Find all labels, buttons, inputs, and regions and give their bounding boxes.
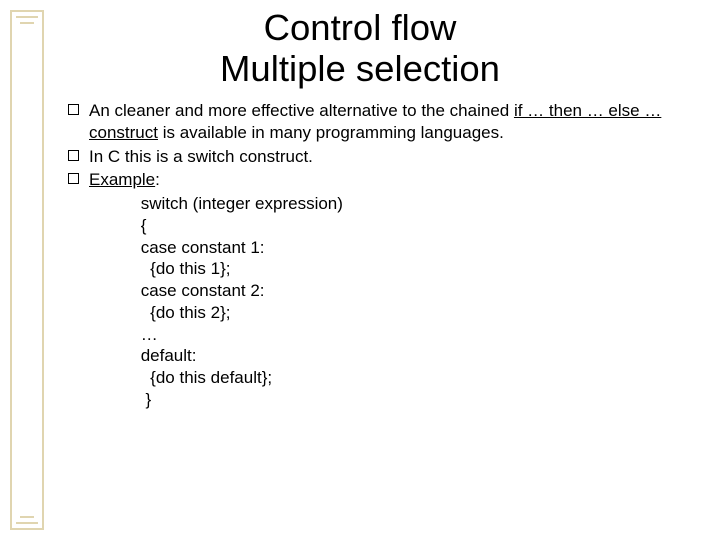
code-line: default:	[136, 345, 700, 367]
text: is available in many programming languag…	[158, 123, 504, 142]
bullet-item: In C this is a switch construct.	[68, 146, 700, 168]
code-line: {do this 1};	[136, 258, 700, 280]
text: :	[155, 170, 160, 189]
code-line: }	[136, 389, 700, 411]
title-line-2: Multiple selection	[220, 48, 500, 89]
checkbox-icon	[68, 150, 79, 161]
code-line: …	[136, 324, 700, 346]
slide-title: Control flow Multiple selection	[0, 8, 720, 90]
slide-body: An cleaner and more effective alternativ…	[68, 100, 700, 411]
bullet-item: An cleaner and more effective alternativ…	[68, 100, 700, 144]
code-line: {do this 2};	[136, 302, 700, 324]
title-line-1: Control flow	[264, 7, 457, 48]
bullet-text: In C this is a switch construct.	[89, 146, 700, 168]
code-line: case constant 2:	[136, 280, 700, 302]
bullet-text: Example:	[89, 169, 700, 191]
code-line: case constant 1:	[136, 237, 700, 259]
checkbox-icon	[68, 104, 79, 115]
code-line: {do this default};	[136, 367, 700, 389]
underlined-text: Example	[89, 170, 155, 189]
code-line: switch (integer expression)	[136, 193, 700, 215]
bullet-text: An cleaner and more effective alternativ…	[89, 100, 700, 144]
checkbox-icon	[68, 173, 79, 184]
text: An cleaner and more effective alternativ…	[89, 101, 514, 120]
deco-line	[20, 516, 34, 518]
bullet-item: Example:	[68, 169, 700, 191]
code-line: {	[136, 215, 700, 237]
code-example: switch (integer expression) { case const…	[136, 193, 700, 411]
